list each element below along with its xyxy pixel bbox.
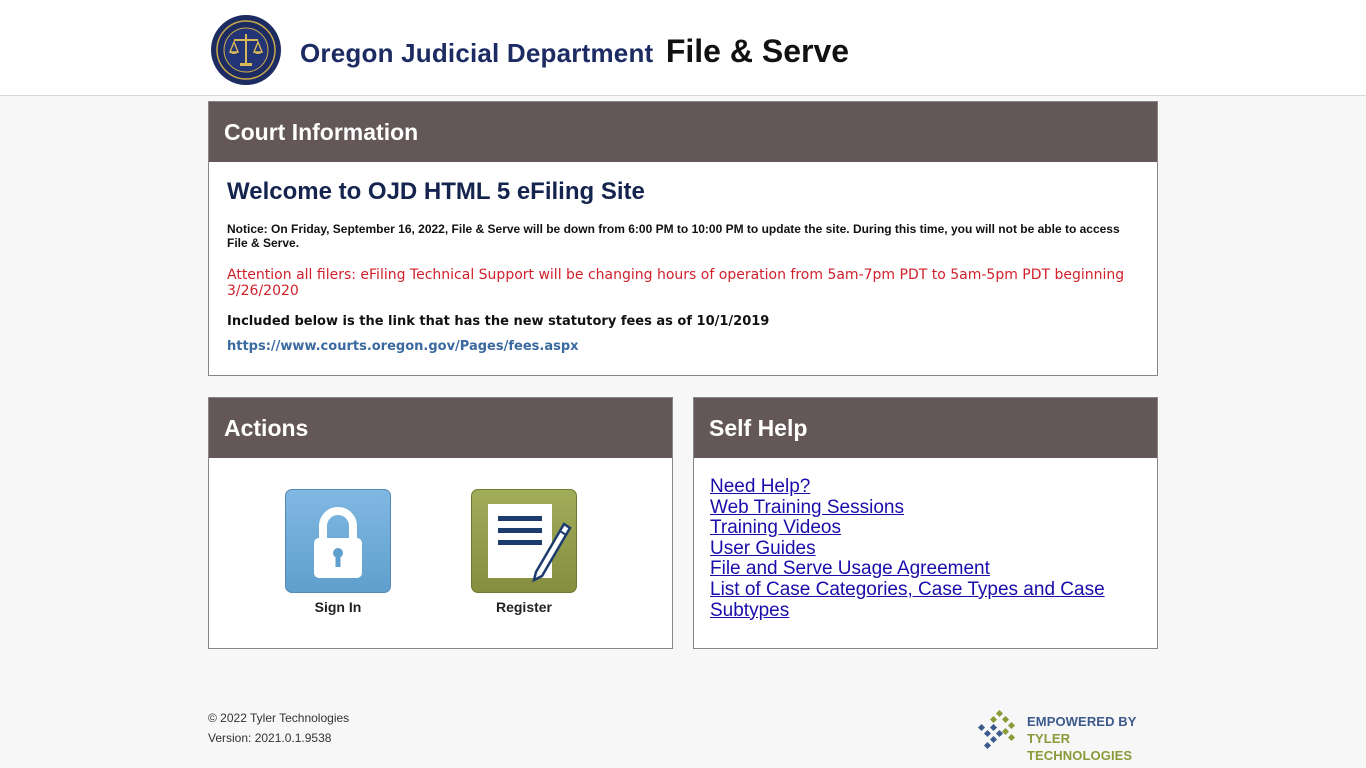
usage-agreement-link[interactable]: File and Serve Usage Agreement: [710, 558, 990, 580]
court-information-panel: Court Information Welcome to OJD HTML 5 …: [208, 101, 1158, 376]
sign-in-button[interactable]: Sign In: [285, 489, 391, 615]
court-information-heading: Court Information: [209, 102, 1157, 162]
training-videos-link[interactable]: Training Videos: [710, 517, 841, 538]
maintenance-notice: Notice: On Friday, September 16, 2022, F…: [227, 222, 1120, 250]
attention-notice: Attention all filers: eFiling Technical …: [227, 267, 1125, 299]
self-help-links: Need Help? Web Training Sessions Trainin…: [694, 458, 1157, 621]
org-name: Oregon Judicial Department: [300, 38, 654, 68]
empowered-line-2: TYLER TECHNOLOGIES: [1027, 731, 1133, 763]
court-information-body[interactable]: Welcome to OJD HTML 5 eFiling Site Notic…: [227, 162, 1143, 360]
need-help-link[interactable]: Need Help?: [710, 476, 810, 497]
brand-title: Oregon Judicial Department File & Serve: [300, 33, 849, 70]
actions-panel: Actions Sign In Register: [208, 397, 673, 649]
register-button[interactable]: Register: [471, 489, 577, 615]
self-help-panel: Self Help Need Help? Web Training Sessio…: [693, 397, 1158, 649]
app-name: File & Serve: [665, 33, 850, 69]
user-guides-link[interactable]: User Guides: [710, 538, 816, 559]
lock-icon[interactable]: [285, 489, 391, 593]
tyler-diamonds-icon: [977, 709, 1016, 750]
footer-info: © 2022 Tyler Technologies Version: 2021.…: [208, 708, 349, 748]
register-label[interactable]: Register: [471, 599, 577, 615]
fees-link[interactable]: https://www.courts.oregon.gov/Pages/fees…: [227, 339, 1143, 354]
empowered-line-1: EMPOWERED BY: [1027, 714, 1137, 729]
actions-heading: Actions: [209, 398, 672, 458]
welcome-heading: Welcome to OJD HTML 5 eFiling Site: [227, 178, 645, 205]
sign-in-label[interactable]: Sign In: [285, 599, 391, 615]
self-help-heading: Self Help: [694, 398, 1157, 458]
site-header: Oregon Judicial Department File & Serve: [0, 0, 1366, 96]
case-categories-link[interactable]: List of Case Categories, Case Types and …: [710, 579, 1105, 621]
empowered-by-text: EMPOWERED BY TYLER TECHNOLOGIES: [1027, 713, 1155, 764]
oregon-judicial-seal-icon[interactable]: [210, 14, 282, 86]
version-text: Version: 2021.0.1.9538: [208, 731, 332, 745]
copyright-text: © 2022 Tyler Technologies: [208, 711, 350, 725]
web-training-sessions-link[interactable]: Web Training Sessions: [710, 497, 904, 518]
fees-intro-text: Included below is the link that has the …: [227, 314, 770, 329]
tyler-technologies-logo[interactable]: EMPOWERED BY TYLER TECHNOLOGIES: [975, 709, 1155, 763]
register-form-icon[interactable]: [471, 489, 577, 593]
